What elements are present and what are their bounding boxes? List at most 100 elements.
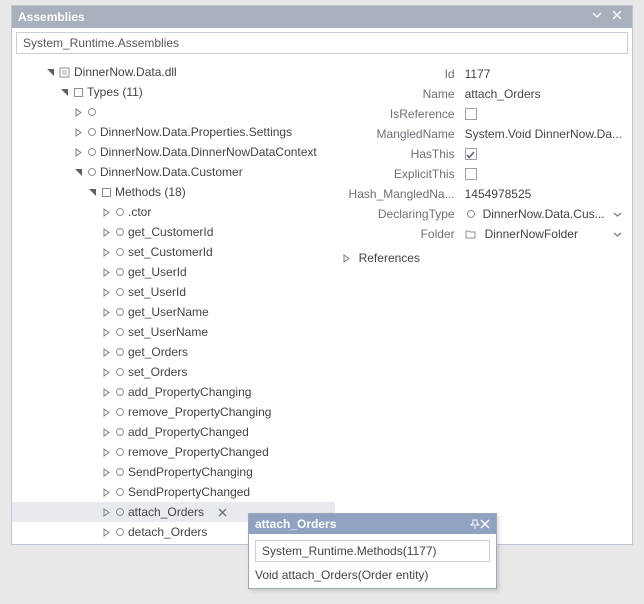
tree-node-method[interactable]: remove_PropertyChanging xyxy=(12,402,335,422)
tree-label: set_CustomerId xyxy=(128,245,217,259)
panel-title: Assemblies xyxy=(18,10,586,24)
tooltip-path: System_Runtime.Methods(1177) xyxy=(262,544,437,558)
method-icon xyxy=(116,208,124,216)
tree-node-method[interactable]: set_UserId xyxy=(12,282,335,302)
dropdown-icon[interactable] xyxy=(592,10,606,24)
expand-toggle[interactable] xyxy=(100,366,112,378)
expand-toggle[interactable] xyxy=(100,526,112,538)
prop-isreference: IsReference xyxy=(335,104,622,124)
tree-node-type[interactable]: DinnerNow.Data.DinnerNowDataContext xyxy=(12,142,335,162)
close-icon[interactable] xyxy=(612,10,626,24)
expand-toggle[interactable] xyxy=(86,186,98,198)
checkbox-icon xyxy=(465,148,477,160)
expand-toggle[interactable] xyxy=(100,226,112,238)
search-box[interactable]: System_Runtime.Assemblies xyxy=(16,32,628,54)
tree-node-type[interactable]: DinnerNow.Data.Customer xyxy=(12,162,335,182)
tree-node-method[interactable]: .ctor xyxy=(12,202,335,222)
tree-label: Types (11) xyxy=(87,85,147,99)
tree-node-method[interactable]: get_UserId xyxy=(12,262,335,282)
checkbox-icon xyxy=(465,108,477,120)
prop-hasthis: HasThis xyxy=(335,144,622,164)
prop-name: Name attach_Orders xyxy=(335,84,622,104)
tree-node-method[interactable]: SendPropertyChanged xyxy=(12,482,335,502)
expand-toggle[interactable] xyxy=(100,466,112,478)
expand-toggle[interactable] xyxy=(100,206,112,218)
expand-toggle[interactable] xyxy=(72,166,84,178)
tree-node-type[interactable] xyxy=(12,102,335,122)
tree-node-method[interactable]: set_Orders xyxy=(12,362,335,382)
tree-label: attach_Orders xyxy=(128,505,208,519)
tree-node-method[interactable]: get_UserName xyxy=(12,302,335,322)
type-icon xyxy=(467,210,475,218)
remove-icon[interactable] xyxy=(216,506,228,518)
tree-node-method[interactable]: SendPropertyChanging xyxy=(12,462,335,482)
method-icon xyxy=(116,448,124,456)
tree-node-method[interactable]: get_CustomerId xyxy=(12,222,335,242)
namespace-icon xyxy=(74,88,83,97)
tree-node-method[interactable]: set_CustomerId xyxy=(12,242,335,262)
references-row[interactable]: References xyxy=(335,248,622,268)
tooltip-title: attach_Orders xyxy=(255,517,470,531)
tree-node-method[interactable]: set_UserName xyxy=(12,322,335,342)
tree-label: get_CustomerId xyxy=(128,225,217,239)
method-icon xyxy=(116,428,124,436)
expand-toggle[interactable] xyxy=(100,446,112,458)
expand-toggle[interactable] xyxy=(72,126,84,138)
expand-toggle[interactable] xyxy=(72,146,84,158)
expand-toggle[interactable] xyxy=(100,426,112,438)
expand-toggle[interactable] xyxy=(100,386,112,398)
prop-value: 1454978525 xyxy=(465,187,622,201)
tree-label: get_UserId xyxy=(128,265,191,279)
tree-label: add_PropertyChanged xyxy=(128,425,253,439)
prop-id: Id 1177 xyxy=(335,64,622,84)
assemblies-panel: Assemblies System_Runtime.Assemblies Din… xyxy=(11,5,633,545)
expand-toggle[interactable] xyxy=(100,266,112,278)
tree-node-methods[interactable]: Methods (18) xyxy=(12,182,335,202)
properties-pane: Id 1177 Name attach_Orders IsReference M… xyxy=(335,58,632,544)
method-icon xyxy=(116,468,124,476)
tree-label: get_Orders xyxy=(128,345,192,359)
tree-view[interactable]: DinnerNow.Data.dll Types (11) DinnerNow.… xyxy=(12,58,335,544)
methods-icon xyxy=(102,188,111,197)
expand-toggle[interactable] xyxy=(341,252,353,264)
prop-label: DeclaringType xyxy=(335,207,465,221)
prop-mangledname: MangledName System.Void DinnerNow.Da... xyxy=(335,124,622,144)
tooltip-signature: Void attach_Orders(Order entity) xyxy=(255,568,490,582)
prop-value: DinnerNowFolder xyxy=(465,227,622,241)
expand-toggle[interactable] xyxy=(100,506,112,518)
close-icon[interactable] xyxy=(480,519,490,529)
dropdown-icon[interactable] xyxy=(613,230,622,239)
prop-value: attach_Orders xyxy=(465,87,622,101)
expand-toggle[interactable] xyxy=(100,486,112,498)
tree-node-dll[interactable]: DinnerNow.Data.dll xyxy=(12,62,335,82)
type-icon xyxy=(88,148,96,156)
expand-toggle[interactable] xyxy=(100,246,112,258)
pin-icon[interactable] xyxy=(470,519,480,529)
expand-toggle[interactable] xyxy=(58,86,70,98)
prop-label: Folder xyxy=(335,227,465,241)
tree-node-method[interactable]: add_PropertyChanging xyxy=(12,382,335,402)
dropdown-icon[interactable] xyxy=(613,210,622,219)
tree-node-type[interactable]: DinnerNow.Data.Properties.Settings xyxy=(12,122,335,142)
expand-toggle[interactable] xyxy=(100,306,112,318)
tree-node-method[interactable]: remove_PropertyChanged xyxy=(12,442,335,462)
tree-node-method[interactable]: get_Orders xyxy=(12,342,335,362)
tree-label: DinnerNow.Data.dll xyxy=(74,65,181,79)
method-icon xyxy=(116,528,124,536)
tree-node-types[interactable]: Types (11) xyxy=(12,82,335,102)
expand-toggle[interactable] xyxy=(100,286,112,298)
expand-toggle[interactable] xyxy=(100,346,112,358)
type-icon xyxy=(88,108,96,116)
method-icon xyxy=(116,408,124,416)
tooltip-path-box[interactable]: System_Runtime.Methods(1177) xyxy=(255,540,490,562)
expand-toggle[interactable] xyxy=(100,326,112,338)
tree-label: set_Orders xyxy=(128,365,191,379)
expand-toggle[interactable] xyxy=(44,66,56,78)
method-icon xyxy=(116,328,124,336)
expand-toggle[interactable] xyxy=(100,406,112,418)
tree-node-method[interactable]: add_PropertyChanged xyxy=(12,422,335,442)
method-icon xyxy=(116,248,124,256)
prop-hash: Hash_MangledNa... 1454978525 xyxy=(335,184,622,204)
expand-toggle[interactable] xyxy=(72,106,84,118)
prop-label: Id xyxy=(335,67,465,81)
